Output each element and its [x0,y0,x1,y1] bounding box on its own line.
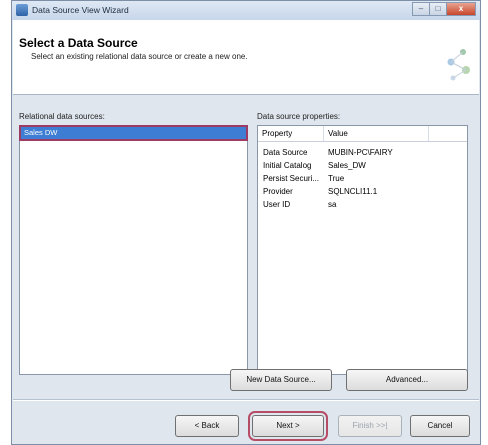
relational-sources-label: Relational data sources: [19,112,105,121]
property-name: Initial Catalog [263,161,312,170]
window-title: Data Source View Wizard [32,5,129,15]
back-button[interactable]: < Back [175,415,239,437]
advanced-button[interactable]: Advanced... [346,369,468,391]
property-value: Sales_DW [328,161,366,170]
finish-button[interactable]: Finish >>| [338,415,402,437]
properties-label: Data source properties: [257,112,341,121]
page-title: Select a Data Source [19,36,138,50]
table-row: Data Source MUBIN-PC\FAIRY [258,148,463,161]
table-row: Provider SQLNCLI11.1 [258,187,463,200]
wizard-window: Data Source View Wizard – □ x Select a D… [11,0,481,445]
property-value: sa [328,200,337,209]
table-row: Initial Catalog Sales_DW [258,161,463,174]
minimize-button[interactable]: – [412,2,430,16]
property-value: MUBIN-PC\FAIRY [328,148,393,157]
properties-grid: Property Value Data Source MUBIN-PC\FAIR… [257,125,468,375]
property-value: True [328,174,345,183]
property-name: User ID [263,200,291,209]
list-item-sales-dw[interactable]: Sales DW [19,125,248,141]
property-name: Persist Securi... [263,174,320,183]
property-value: SQLNCLI11.1 [328,187,378,196]
window-controls: – □ x [412,2,476,17]
table-row: Persist Securi... True [258,174,463,187]
new-data-source-button[interactable]: New Data Source... [230,369,332,391]
page-subtitle: Select an existing relational data sourc… [31,52,248,61]
column-header-filler [429,126,467,141]
footer-divider [13,399,479,401]
maximize-button[interactable]: □ [429,2,447,16]
wizard-banner-icon [447,49,470,81]
next-button[interactable]: Next > [248,411,328,441]
cancel-button[interactable]: Cancel [410,415,470,437]
property-name: Data Source [263,148,308,157]
title-bar[interactable]: Data Source View Wizard – □ x [12,1,480,20]
app-icon [16,4,28,16]
column-header-property[interactable]: Property [258,126,324,141]
wizard-header: Select a Data Source Select an existing … [13,20,479,95]
close-button[interactable]: x [446,2,476,16]
property-name: Provider [263,187,293,196]
relational-sources-list[interactable]: Sales DW [19,125,248,375]
table-row: User ID sa [258,200,463,213]
column-header-value[interactable]: Value [324,126,429,141]
properties-header: Property Value [258,126,467,142]
